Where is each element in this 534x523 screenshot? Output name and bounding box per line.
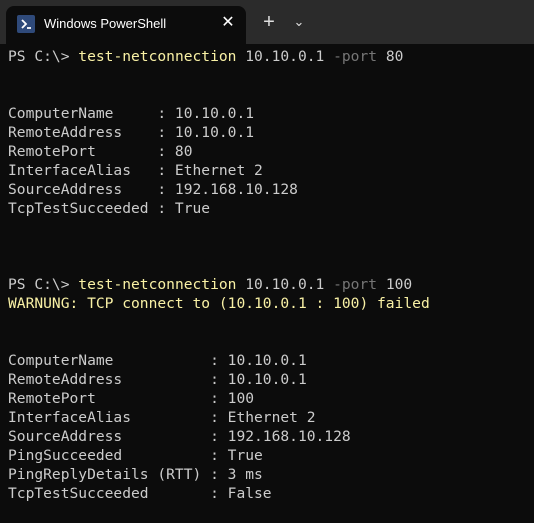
output-line: RemotePort : 80 <box>8 143 193 160</box>
output-line: PingSucceeded : True <box>8 447 263 464</box>
command-value: 100 <box>377 276 413 293</box>
prompt: PS C:\> <box>8 48 79 65</box>
output-line: RemoteAddress : 10.10.0.1 <box>8 371 307 388</box>
chevron-down-icon[interactable]: ⌄ <box>289 12 309 32</box>
output-line: InterfaceAlias : Ethernet 2 <box>8 409 316 426</box>
output-line: SourceAddress : 192.168.10.128 <box>8 181 298 198</box>
output-line: ComputerName : 10.10.0.1 <box>8 105 255 122</box>
terminal-output[interactable]: PS C:\> test-netconnection 10.10.0.1 -po… <box>8 47 530 523</box>
output-line: ComputerName : 10.10.0.1 <box>8 352 307 369</box>
output-line: TcpTestSucceeded : True <box>8 200 211 217</box>
command-parameter: -port <box>333 48 378 65</box>
powershell-icon <box>17 15 35 33</box>
output-line: PingReplyDetails (RTT) : 3 ms <box>8 466 263 483</box>
command-line: PS C:\> test-netconnection 10.10.0.1 -po… <box>8 275 530 294</box>
output-line: InterfaceAlias : Ethernet 2 <box>8 162 263 179</box>
close-icon[interactable]: ✕ <box>219 14 237 32</box>
command-value: 80 <box>377 48 404 65</box>
command-target: 10.10.0.1 <box>236 48 334 65</box>
output-line: RemotePort : 100 <box>8 390 255 407</box>
output-line: TcpTestSucceeded : False <box>8 485 272 502</box>
command-name: test-netconnection <box>78 276 237 293</box>
command-parameter: -port <box>333 276 378 293</box>
command-target: 10.10.0.1 <box>236 276 334 293</box>
prompt: PS C:\> <box>8 276 79 293</box>
output-line: RemoteAddress : 10.10.0.1 <box>8 124 255 141</box>
command-name: test-netconnection <box>78 48 237 65</box>
output-line: SourceAddress : 192.168.10.128 <box>8 428 351 445</box>
warning-line: WARNUNG: TCP connect to (10.10.0.1 : 100… <box>8 295 430 312</box>
plus-icon[interactable]: + <box>259 12 279 32</box>
command-line: PS C:\> test-netconnection 10.10.0.1 -po… <box>8 47 530 66</box>
tab-title: Windows PowerShell <box>44 16 167 31</box>
title-bar: Windows PowerShell ✕ + ⌄ <box>0 0 534 44</box>
tab-windows-powershell[interactable]: Windows PowerShell ✕ <box>6 6 246 44</box>
